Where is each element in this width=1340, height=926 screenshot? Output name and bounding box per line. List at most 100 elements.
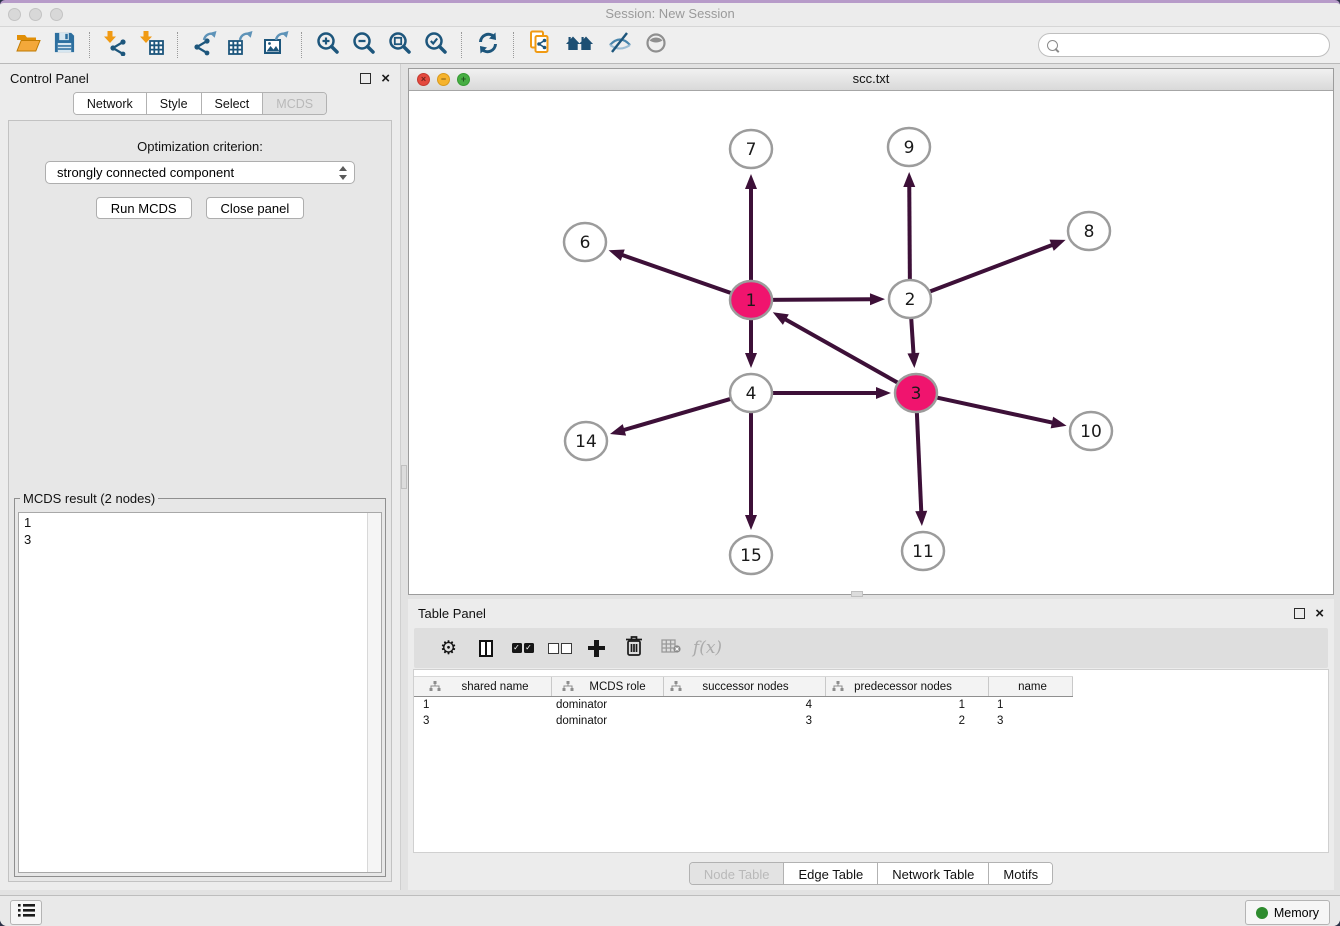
graph-node-14[interactable]: 14	[565, 422, 607, 460]
show-columns-button[interactable]	[467, 633, 504, 663]
graph-edge[interactable]	[925, 244, 1054, 293]
tree-icon	[429, 681, 441, 692]
zoom-in-button[interactable]	[310, 30, 346, 60]
graph-edge[interactable]	[767, 299, 872, 300]
float-panel-icon[interactable]	[360, 73, 371, 84]
delete-column-button[interactable]	[615, 633, 652, 663]
import-table-button[interactable]	[134, 30, 170, 60]
zoom-selected-icon	[424, 31, 448, 60]
graph-edge-arrowhead	[903, 172, 915, 187]
network-canvas[interactable]: 7 9 6 8 1 2 4 3 14 10 15 11	[409, 90, 1333, 594]
result-scrollbar[interactable]	[367, 513, 381, 872]
run-mcds-button[interactable]: Run MCDS	[96, 197, 192, 219]
graph-node-7[interactable]: 7	[730, 130, 772, 168]
open-session-button[interactable]	[10, 30, 46, 60]
graph-node-4[interactable]: 4	[730, 374, 772, 412]
horizontal-splitter-handle[interactable]	[851, 591, 863, 597]
graph-edge[interactable]	[909, 185, 910, 283]
refresh-button[interactable]	[470, 30, 506, 60]
export-table-button[interactable]	[222, 30, 258, 60]
search-field[interactable]	[1038, 33, 1330, 57]
close-table-panel-icon[interactable]: ×	[1315, 606, 1324, 621]
export-network-button[interactable]	[186, 30, 222, 60]
tree-icon	[562, 681, 574, 692]
add-column-button[interactable]	[578, 633, 615, 663]
column-header-successor-nodes[interactable]: successor nodes	[664, 677, 826, 696]
close-panel-icon[interactable]: ×	[381, 71, 390, 86]
graph-edge[interactable]	[917, 409, 922, 513]
network-window-title: scc.txt	[409, 71, 1333, 86]
svg-text:14: 14	[575, 432, 597, 452]
table-settings-button[interactable]: ⚙	[430, 633, 467, 663]
select-all-columns-button[interactable]: ✓✓	[504, 633, 541, 663]
memory-button[interactable]: Memory	[1245, 900, 1330, 925]
graph-edge-arrowhead	[745, 353, 757, 368]
table-row[interactable]: 1 dominator 4 1 1	[414, 697, 1328, 713]
toolbar-separator	[89, 32, 91, 58]
home-networks-button[interactable]	[558, 30, 602, 60]
delete-table-icon	[661, 638, 681, 659]
tab-select[interactable]: Select	[202, 93, 264, 114]
zoom-selected-button[interactable]	[418, 30, 454, 60]
column-header-name[interactable]: name	[989, 677, 1073, 696]
tab-node-table[interactable]: Node Table	[690, 863, 785, 885]
column-header-predecessor-nodes[interactable]: predecessor nodes	[826, 677, 989, 696]
preview-button[interactable]	[638, 30, 674, 60]
graph-edge-arrowhead	[1049, 240, 1065, 251]
graph-node-11[interactable]: 11	[902, 532, 944, 570]
graph-edge[interactable]	[622, 397, 735, 430]
show-log-button[interactable]	[10, 900, 42, 925]
svg-text:11: 11	[912, 542, 934, 562]
zoom-out-button[interactable]	[346, 30, 382, 60]
graph-edge[interactable]	[784, 319, 902, 385]
tab-style[interactable]: Style	[147, 93, 202, 114]
tab-network-table[interactable]: Network Table	[878, 863, 989, 885]
export-image-button[interactable]	[258, 30, 294, 60]
tab-edge-table[interactable]: Edge Table	[784, 863, 878, 885]
graph-node-8[interactable]: 8	[1068, 212, 1110, 250]
save-floppy-icon	[53, 31, 76, 59]
svg-text:6: 6	[580, 233, 591, 253]
graph-edge-arrowhead	[610, 424, 626, 436]
graph-node-9[interactable]: 9	[888, 128, 930, 166]
svg-text:7: 7	[746, 140, 757, 160]
hide-style-button[interactable]	[602, 30, 638, 60]
table-panel: Table Panel × ⚙ ✓✓ f(x) shared name MCDS…	[408, 599, 1334, 890]
graph-node-15[interactable]: 15	[730, 536, 772, 574]
float-table-panel-icon[interactable]	[1294, 608, 1305, 619]
graph-edge-arrowhead	[915, 511, 927, 526]
graph-node-1[interactable]: 1	[730, 281, 772, 319]
mcds-result-box[interactable]: 1 3	[18, 512, 382, 873]
graph-edge[interactable]	[621, 255, 736, 295]
function-builder-button[interactable]: f(x)	[689, 633, 726, 663]
mcds-panel: Optimization criterion: strongly connect…	[8, 120, 392, 882]
column-header-shared-name[interactable]: shared name	[414, 677, 552, 696]
tab-network[interactable]: Network	[74, 93, 147, 114]
save-session-button[interactable]	[46, 30, 82, 60]
graph-edge[interactable]	[932, 396, 1054, 423]
graph-edge-arrowhead	[609, 250, 625, 261]
search-input[interactable]	[1064, 37, 1329, 54]
graph-node-10[interactable]: 10	[1070, 412, 1112, 450]
column-header-mcds-role[interactable]: MCDS role	[552, 677, 664, 696]
table-row[interactable]: 3 dominator 3 2 3	[414, 713, 1328, 729]
deselect-all-columns-button[interactable]	[541, 633, 578, 663]
zoom-fit-button[interactable]	[382, 30, 418, 60]
graph-node-3[interactable]: 3	[895, 374, 937, 412]
cell-mcds-role: dominator	[552, 699, 664, 711]
vertical-splitter-handle[interactable]	[401, 465, 407, 489]
tab-mcds[interactable]: MCDS	[263, 93, 326, 114]
criterion-select[interactable]: strongly connected component	[45, 161, 355, 184]
clone-network-icon	[528, 30, 552, 61]
tab-motifs[interactable]: Motifs	[989, 863, 1052, 885]
import-network-button[interactable]	[98, 30, 134, 60]
clone-network-button[interactable]	[522, 30, 558, 60]
graph-edge[interactable]	[911, 315, 914, 355]
svg-text:10: 10	[1080, 422, 1102, 442]
close-panel-button[interactable]: Close panel	[206, 197, 305, 219]
delete-table-button[interactable]	[652, 633, 689, 663]
graph-node-2[interactable]: 2	[889, 280, 931, 318]
graph-node-6[interactable]: 6	[564, 223, 606, 261]
select-stepper-icon	[337, 166, 348, 180]
optimization-criterion-label: Optimization criterion:	[9, 139, 391, 154]
